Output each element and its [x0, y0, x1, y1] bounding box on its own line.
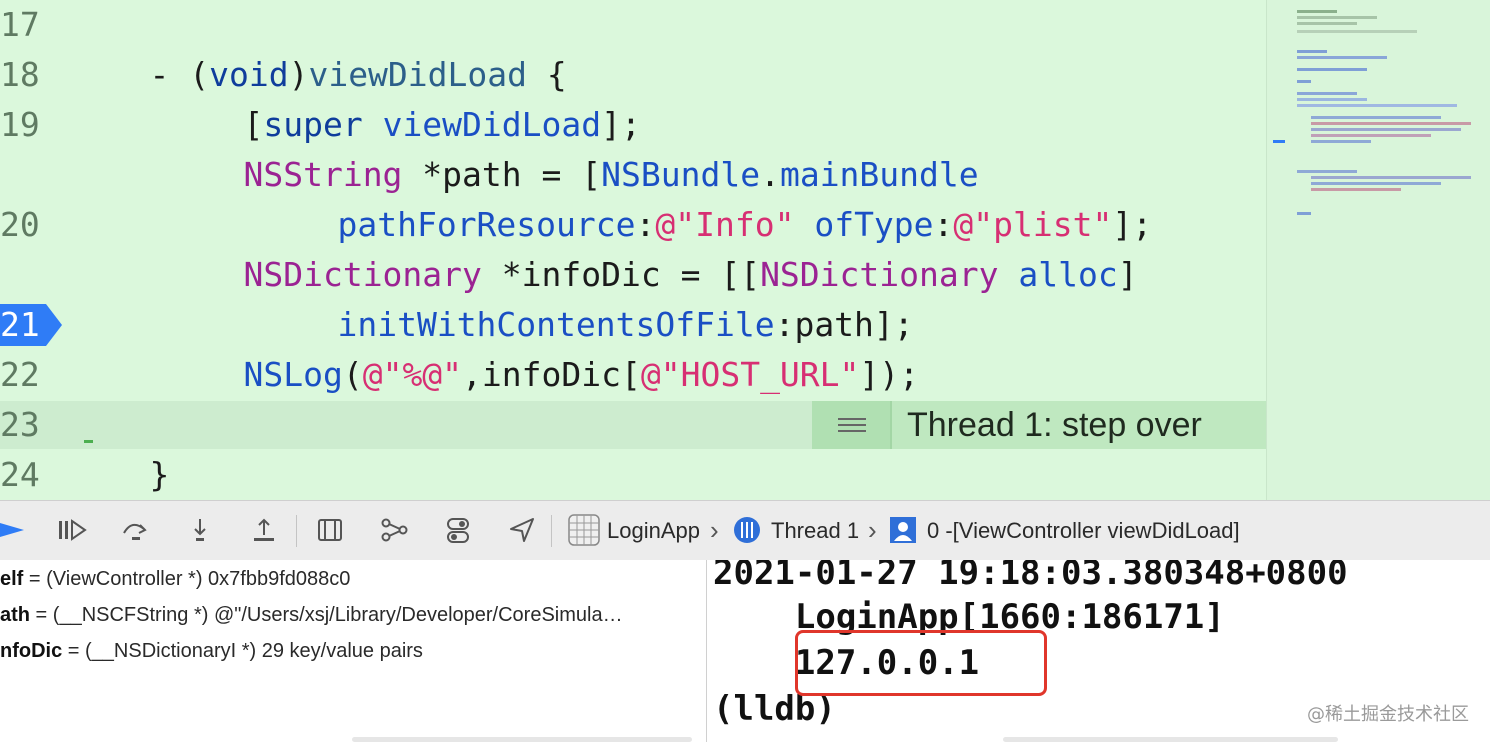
text-cursor: [84, 440, 93, 443]
step-over-icon[interactable]: [118, 511, 154, 549]
variable-name: nfoDic: [0, 640, 63, 662]
code-string: @"%@": [362, 355, 463, 394]
debug-toolbar: LoginApp › Thread 1 › 0 -[ViewController…: [0, 500, 1490, 561]
variable-name: ath: [0, 604, 30, 626]
pause-icon[interactable]: [54, 511, 90, 549]
code-line-18[interactable]: [super viewDidLoad];: [164, 50, 640, 144]
code-function: NSLog: [243, 355, 343, 394]
toolbar-separator: [551, 515, 552, 547]
code-token: }: [149, 455, 170, 494]
step-out-icon[interactable]: [246, 511, 282, 549]
code-line-20[interactable]: NSDictionary *infoDic = [[NSDictionary a…: [164, 200, 1137, 294]
breadcrumb-thread[interactable]: Thread 1: [771, 501, 859, 560]
variable-row[interactable]: elf = (ViewController *) 0x7fbb9fd088c0: [0, 568, 350, 591]
toolbar-separator: [296, 515, 297, 547]
code-line-19[interactable]: NSString *path = [NSBundle.mainBundle: [164, 100, 978, 194]
line-number: 19: [0, 105, 40, 144]
console-output[interactable]: 2021-01-27 19:18:03.380348+0800 LoginApp…: [707, 560, 1490, 742]
continue-icon[interactable]: [0, 511, 36, 549]
line-number: 23: [0, 405, 40, 444]
user-frame-icon: [886, 511, 922, 549]
app-icon: [566, 511, 602, 549]
code-line-17[interactable]: - (void)viewDidLoad {: [70, 0, 566, 94]
chevron-right-icon: ›: [710, 515, 719, 545]
line-number: 17: [0, 5, 40, 44]
highlight-box: [795, 630, 1047, 696]
breadcrumb-frame[interactable]: 0 -[ViewController viewDidLoad]: [927, 501, 1240, 560]
code-token: ]: [1117, 255, 1138, 294]
line-number-current: 21: [0, 305, 40, 344]
code-line-20-cont[interactable]: initWithContentsOfFile:path];: [258, 250, 913, 344]
thread-icon: [732, 511, 768, 549]
step-into-icon[interactable]: [182, 511, 218, 549]
variable-row[interactable]: ath = (__NSCFString *) @"/Users/xsj/Libr…: [0, 604, 623, 627]
variable-value: = (ViewController *) 0x7fbb9fd088c0: [23, 568, 351, 590]
code-line-21[interactable]: NSLog(@"%@",infoDic[@"HOST_URL"]);: [164, 300, 919, 394]
thread-annotation-label: Thread 1: step over: [907, 406, 1202, 444]
variables-view[interactable]: elf = (ViewController *) 0x7fbb9fd088c0 …: [0, 560, 707, 742]
variable-value: = (__NSCFString *) @"/Users/xsj/Library/…: [30, 604, 623, 626]
line-number: 20: [0, 205, 40, 244]
line-number: 18: [0, 55, 40, 94]
thread-annotation[interactable]: Thread 1: step over: [812, 401, 1266, 449]
console-line: 2021-01-27 19:18:03.380348+0800: [713, 560, 1348, 593]
code-token: ]);: [859, 355, 920, 394]
code-editor[interactable]: 17 18 19 20 22 23 24 21 - (void)viewDidL…: [0, 0, 1490, 500]
breadcrumb-app[interactable]: LoginApp: [607, 501, 700, 560]
variable-row[interactable]: nfoDic = (__NSDictionaryI *) 29 key/valu…: [0, 640, 423, 663]
menu-icon[interactable]: [812, 401, 892, 449]
watermark: @稀土掘金技术社区: [1307, 704, 1469, 725]
variable-value: = (__NSDictionaryI *) 29 key/value pairs: [62, 640, 423, 662]
memory-graph-icon[interactable]: [376, 511, 412, 549]
minimap[interactable]: [1266, 0, 1490, 500]
horizontal-scrollbar[interactable]: [1003, 737, 1338, 742]
code-line-19-cont[interactable]: pathForResource:@"Info" ofType:@"plist"]…: [258, 150, 1152, 244]
location-icon[interactable]: [504, 511, 540, 549]
code-string: @"HOST_URL": [640, 355, 860, 394]
code-method: alloc: [1018, 255, 1118, 294]
environment-overrides-icon[interactable]: [440, 511, 476, 549]
horizontal-scrollbar[interactable]: [352, 737, 692, 742]
variable-name: elf: [0, 568, 24, 590]
line-number: 24: [0, 455, 40, 494]
code-token: ,infoDic[: [462, 355, 641, 394]
view-hierarchy-icon[interactable]: [312, 511, 348, 549]
code-token: (: [342, 355, 363, 394]
line-number: 22: [0, 355, 40, 394]
chevron-right-icon: ›: [868, 515, 877, 545]
